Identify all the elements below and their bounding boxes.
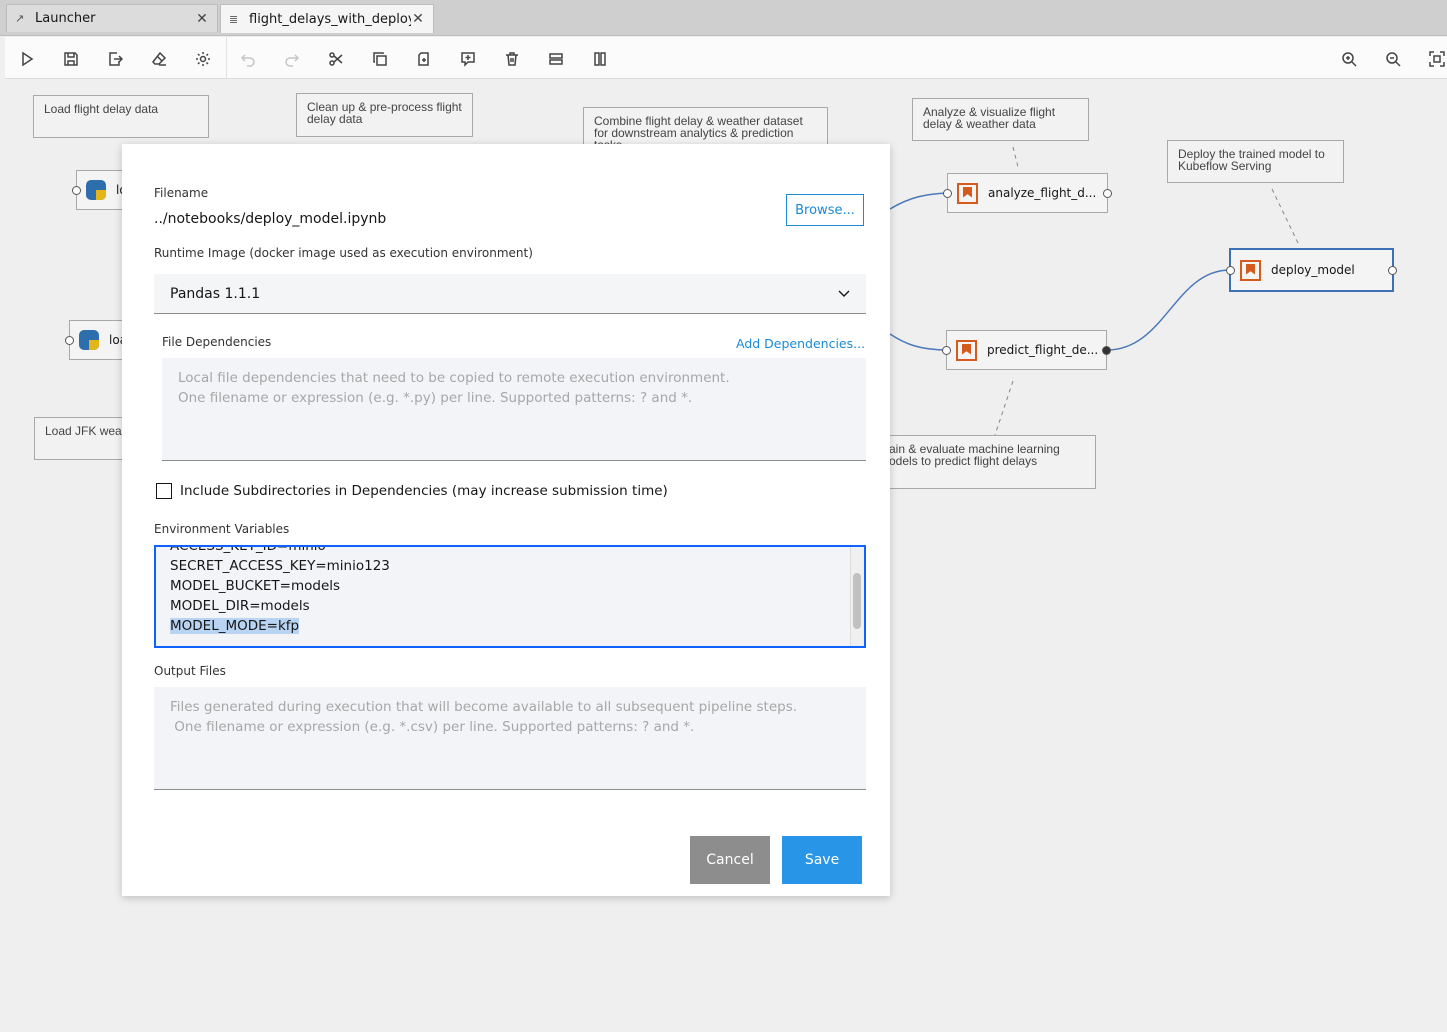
export-icon[interactable] bbox=[105, 49, 125, 69]
save-button[interactable]: Save bbox=[782, 836, 862, 884]
node-deploy-model[interactable]: deploy_model bbox=[1226, 248, 1397, 292]
env-line: MODEL_MODE=kfp bbox=[170, 618, 300, 634]
copy-icon[interactable] bbox=[370, 49, 390, 69]
node-analyze[interactable]: analyze_flight_d... bbox=[943, 173, 1112, 213]
close-icon[interactable]: ✕ bbox=[411, 11, 425, 27]
clear-icon[interactable] bbox=[149, 49, 169, 69]
env-line: MODEL_BUCKET=models bbox=[170, 578, 341, 594]
fit-to-screen-icon[interactable] bbox=[1427, 49, 1447, 69]
zoom-out-icon[interactable] bbox=[1383, 49, 1403, 69]
output-port[interactable] bbox=[1103, 189, 1112, 198]
toolbar-divider bbox=[226, 37, 227, 79]
cut-icon[interactable] bbox=[326, 49, 346, 69]
input-port[interactable] bbox=[942, 346, 951, 355]
filename-label: Filename bbox=[154, 186, 209, 200]
tab-label: Launcher bbox=[35, 11, 96, 26]
file-dependencies-label: File Dependencies bbox=[162, 335, 272, 349]
runtime-image-label: Runtime Image (docker image used as exec… bbox=[154, 246, 533, 260]
comment-combine[interactable]: Combine flight delay & weather dataset f… bbox=[583, 107, 828, 147]
undo-icon[interactable] bbox=[238, 49, 258, 69]
runtime-image-value: Pandas 1.1.1 bbox=[170, 285, 261, 302]
add-comment-icon[interactable] bbox=[458, 49, 478, 69]
output-files-input[interactable]: Files generated during execution that wi… bbox=[154, 687, 866, 790]
tab-launcher[interactable]: ↗ Launcher ✕ bbox=[6, 4, 218, 32]
tab-pipeline[interactable]: ≣ flight_delays_with_deploym ✕ bbox=[220, 4, 434, 33]
node-label: predict_flight_de... bbox=[987, 343, 1099, 357]
include-subdirectories-label: Include Subdirectories in Dependencies (… bbox=[180, 483, 668, 499]
paste-icon[interactable] bbox=[414, 49, 434, 69]
run-icon[interactable] bbox=[17, 49, 37, 69]
input-port[interactable] bbox=[72, 186, 81, 195]
browse-button[interactable]: Browse... bbox=[786, 194, 864, 226]
redo-icon[interactable] bbox=[282, 49, 302, 69]
chevron-down-icon bbox=[838, 290, 850, 297]
output-files-label: Output Files bbox=[154, 664, 226, 678]
python-icon bbox=[86, 180, 106, 200]
comment-load-jfk[interactable]: Load JFK wea bbox=[34, 417, 134, 460]
tab-bar: ↗ Launcher ✕ ≣ flight_delays_with_deploy… bbox=[0, 0, 1447, 36]
node-label: deploy_model bbox=[1271, 263, 1355, 277]
pipeline-toolbar bbox=[5, 37, 1447, 79]
comment-deploy[interactable]: Deploy the trained model to Kubeflow Ser… bbox=[1167, 140, 1344, 183]
input-port[interactable] bbox=[943, 189, 952, 198]
file-dependencies-input[interactable]: Local file dependencies that need to be … bbox=[162, 358, 866, 461]
notebook-icon bbox=[956, 339, 977, 361]
input-port[interactable] bbox=[65, 336, 74, 345]
zoom-in-icon[interactable] bbox=[1339, 49, 1359, 69]
delete-icon[interactable] bbox=[502, 49, 522, 69]
env-line: SECRET_ACCESS_KEY=minio123 bbox=[170, 558, 390, 574]
pipeline-icon: ≣ bbox=[229, 12, 239, 26]
add-dependencies-link[interactable]: Add Dependencies... bbox=[736, 336, 865, 351]
env-line: MODEL_DIR=models bbox=[170, 598, 310, 614]
node-predict[interactable]: predict_flight_de... bbox=[942, 330, 1111, 370]
filename-value: ../notebooks/deploy_model.ipynb bbox=[154, 211, 387, 227]
include-subdirectories-checkbox[interactable] bbox=[156, 483, 172, 499]
external-link-icon: ↗ bbox=[15, 12, 25, 25]
comment-load-flight[interactable]: Load flight delay data bbox=[33, 95, 209, 138]
notebook-icon bbox=[957, 182, 978, 204]
save-icon[interactable] bbox=[61, 49, 81, 69]
arrange-horizontal-icon[interactable] bbox=[546, 49, 566, 69]
runtimes-icon[interactable] bbox=[193, 49, 213, 69]
node-properties-dialog: Filename ../notebooks/deploy_model.ipynb… bbox=[122, 144, 890, 896]
scrollbar-thumb[interactable] bbox=[853, 573, 861, 629]
comment-clean-up[interactable]: Clean up & pre-process flight delay data bbox=[296, 93, 473, 137]
runtime-image-select[interactable]: Pandas 1.1.1 bbox=[154, 274, 866, 314]
environment-variables-input[interactable]: ACCESS_KEY_ID=minio SECRET_ACCESS_KEY=mi… bbox=[154, 545, 866, 648]
comment-analyze[interactable]: Analyze & visualize flight delay & weath… bbox=[912, 98, 1089, 141]
comment-train[interactable]: ain & evaluate machine learning odels to… bbox=[881, 435, 1096, 489]
close-icon[interactable]: ✕ bbox=[195, 11, 209, 27]
input-port[interactable] bbox=[1226, 266, 1235, 275]
notebook-icon bbox=[1240, 259, 1261, 281]
arrange-vertical-icon[interactable] bbox=[590, 49, 610, 69]
node-label: analyze_flight_d... bbox=[988, 186, 1097, 200]
scrollbar[interactable] bbox=[850, 547, 864, 646]
environment-variables-label: Environment Variables bbox=[154, 522, 290, 536]
tab-label: flight_delays_with_deploym bbox=[249, 11, 411, 27]
cancel-button[interactable]: Cancel bbox=[690, 836, 770, 884]
output-port[interactable] bbox=[1102, 346, 1111, 355]
env-line: ACCESS_KEY_ID=minio bbox=[170, 545, 326, 554]
python-icon bbox=[79, 330, 99, 350]
output-port[interactable] bbox=[1388, 266, 1397, 275]
